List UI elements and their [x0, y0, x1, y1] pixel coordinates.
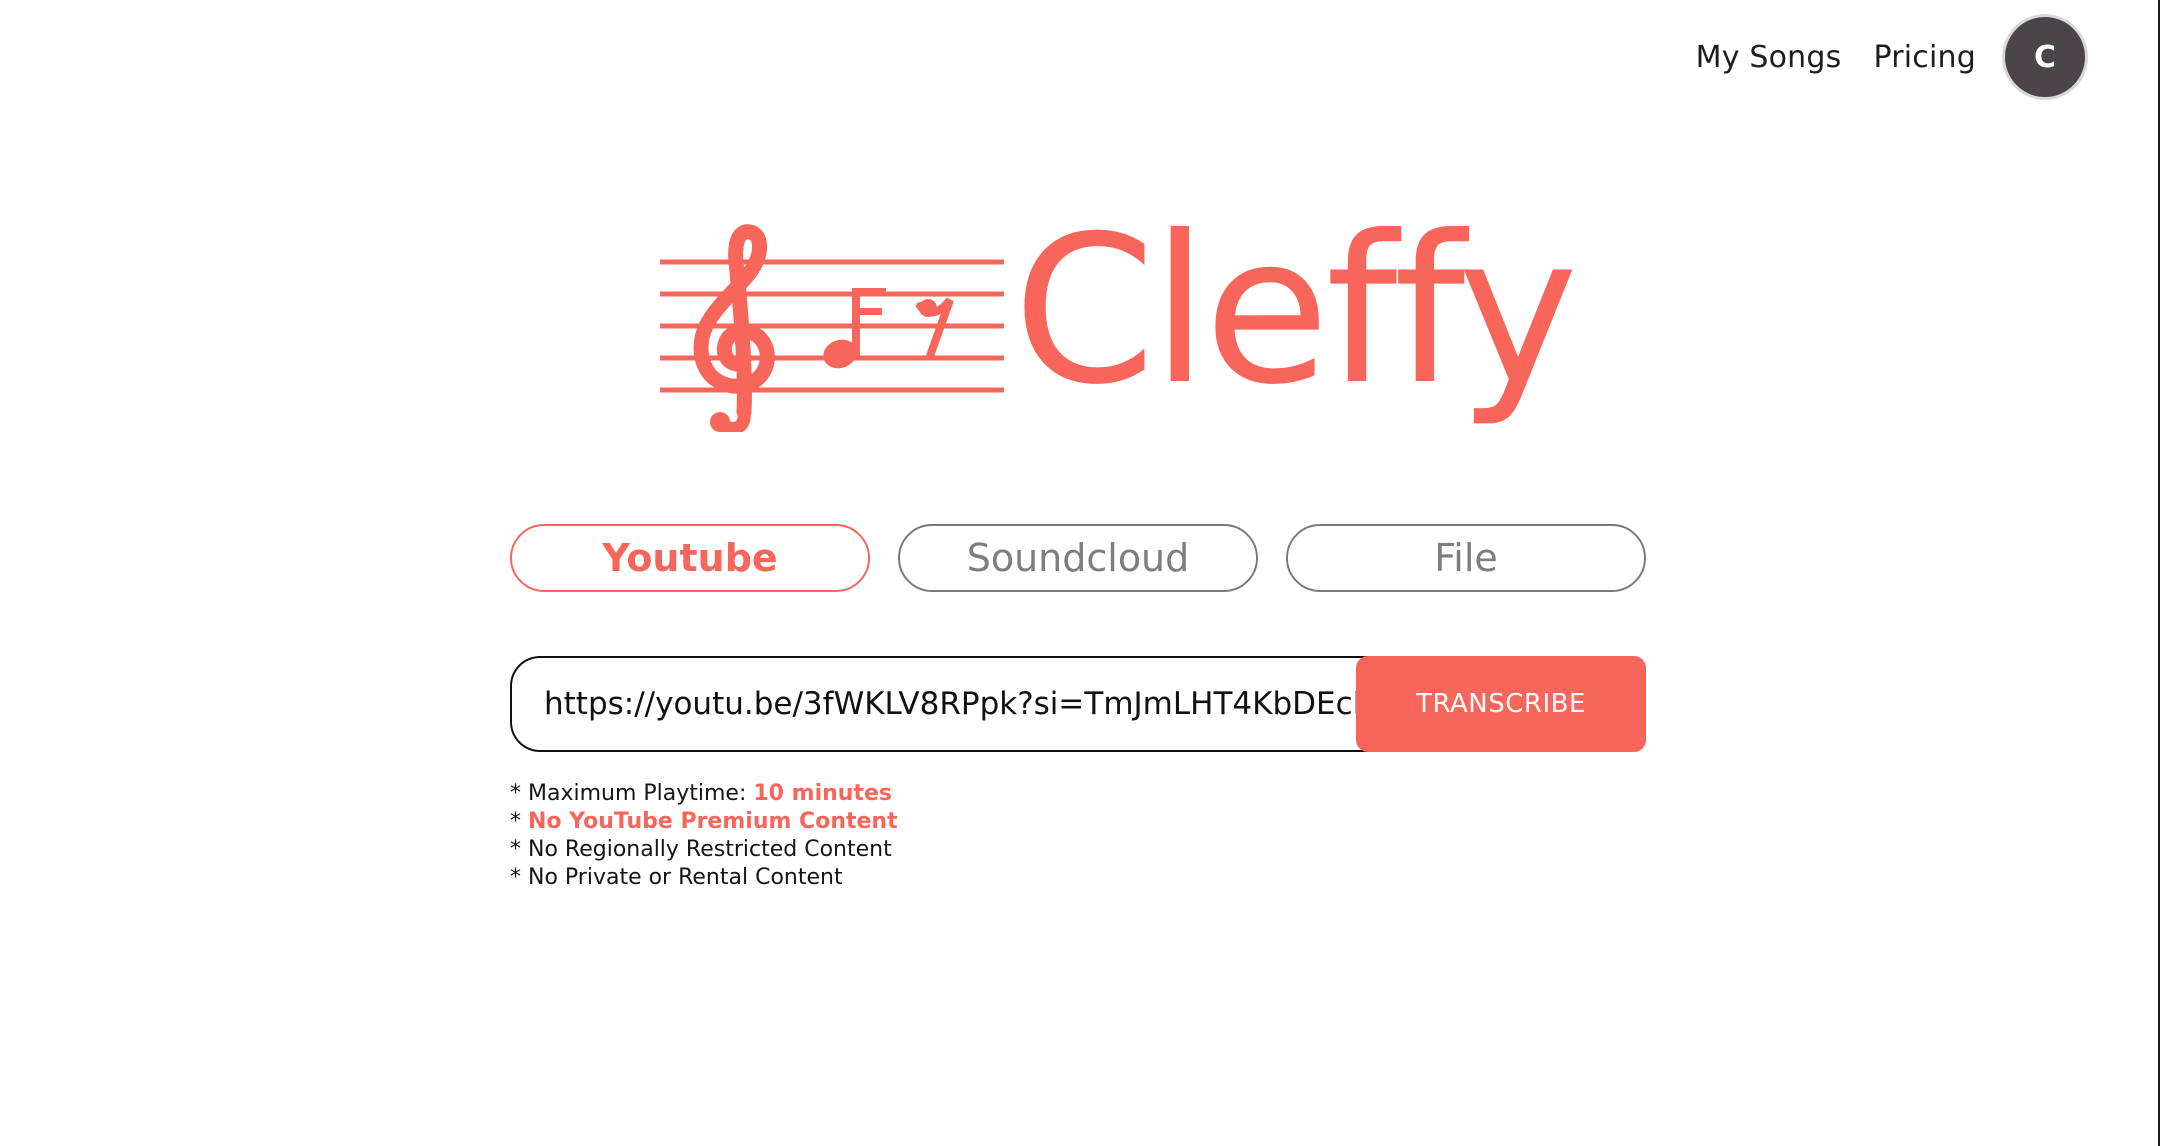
note-premium-prefix: * [510, 809, 528, 834]
user-avatar[interactable]: C [2002, 14, 2088, 100]
treble-clef-staff-icon [660, 224, 1004, 432]
nav-pricing-link[interactable]: Pricing [1873, 40, 1976, 75]
restrictions-notes: * Maximum Playtime: 10 minutes * No YouT… [510, 780, 898, 892]
note-playtime: * Maximum Playtime: 10 minutes [510, 780, 898, 808]
url-input-value: https://youtu.be/3fWKLV8RPpk?si=TmJmLHT4… [544, 686, 1390, 722]
note-premium: * No YouTube Premium Content [510, 808, 898, 836]
top-nav: My Songs Pricing C [1696, 14, 2088, 100]
avatar-initial: C [2033, 39, 2057, 75]
url-input[interactable]: https://youtu.be/3fWKLV8RPpk?si=TmJmLHT4… [510, 656, 1390, 752]
source-tabs: Youtube Soundcloud File [510, 524, 1646, 592]
note-premium-text: No YouTube Premium Content [528, 809, 898, 834]
tab-youtube[interactable]: Youtube [510, 524, 870, 592]
note-playtime-label: * Maximum Playtime: [510, 781, 754, 806]
tab-soundcloud[interactable]: Soundcloud [898, 524, 1258, 592]
cleffy-logo[interactable]: Cleffy [658, 210, 1578, 442]
note-private: * No Private or Rental Content [510, 865, 843, 890]
transcribe-button[interactable]: TRANSCRIBE [1356, 656, 1646, 752]
note-playtime-value: 10 minutes [753, 781, 892, 806]
logo-wordmark: Cleffy [1013, 193, 1578, 430]
tab-file[interactable]: File [1286, 524, 1646, 592]
nav-my-songs-link[interactable]: My Songs [1696, 40, 1842, 75]
url-form: https://youtu.be/3fWKLV8RPpk?si=TmJmLHT4… [510, 656, 1646, 752]
page: My Songs Pricing C Cleffy Youtube Soundc… [0, 0, 2160, 1146]
note-regional: * No Regionally Restricted Content [510, 837, 892, 862]
